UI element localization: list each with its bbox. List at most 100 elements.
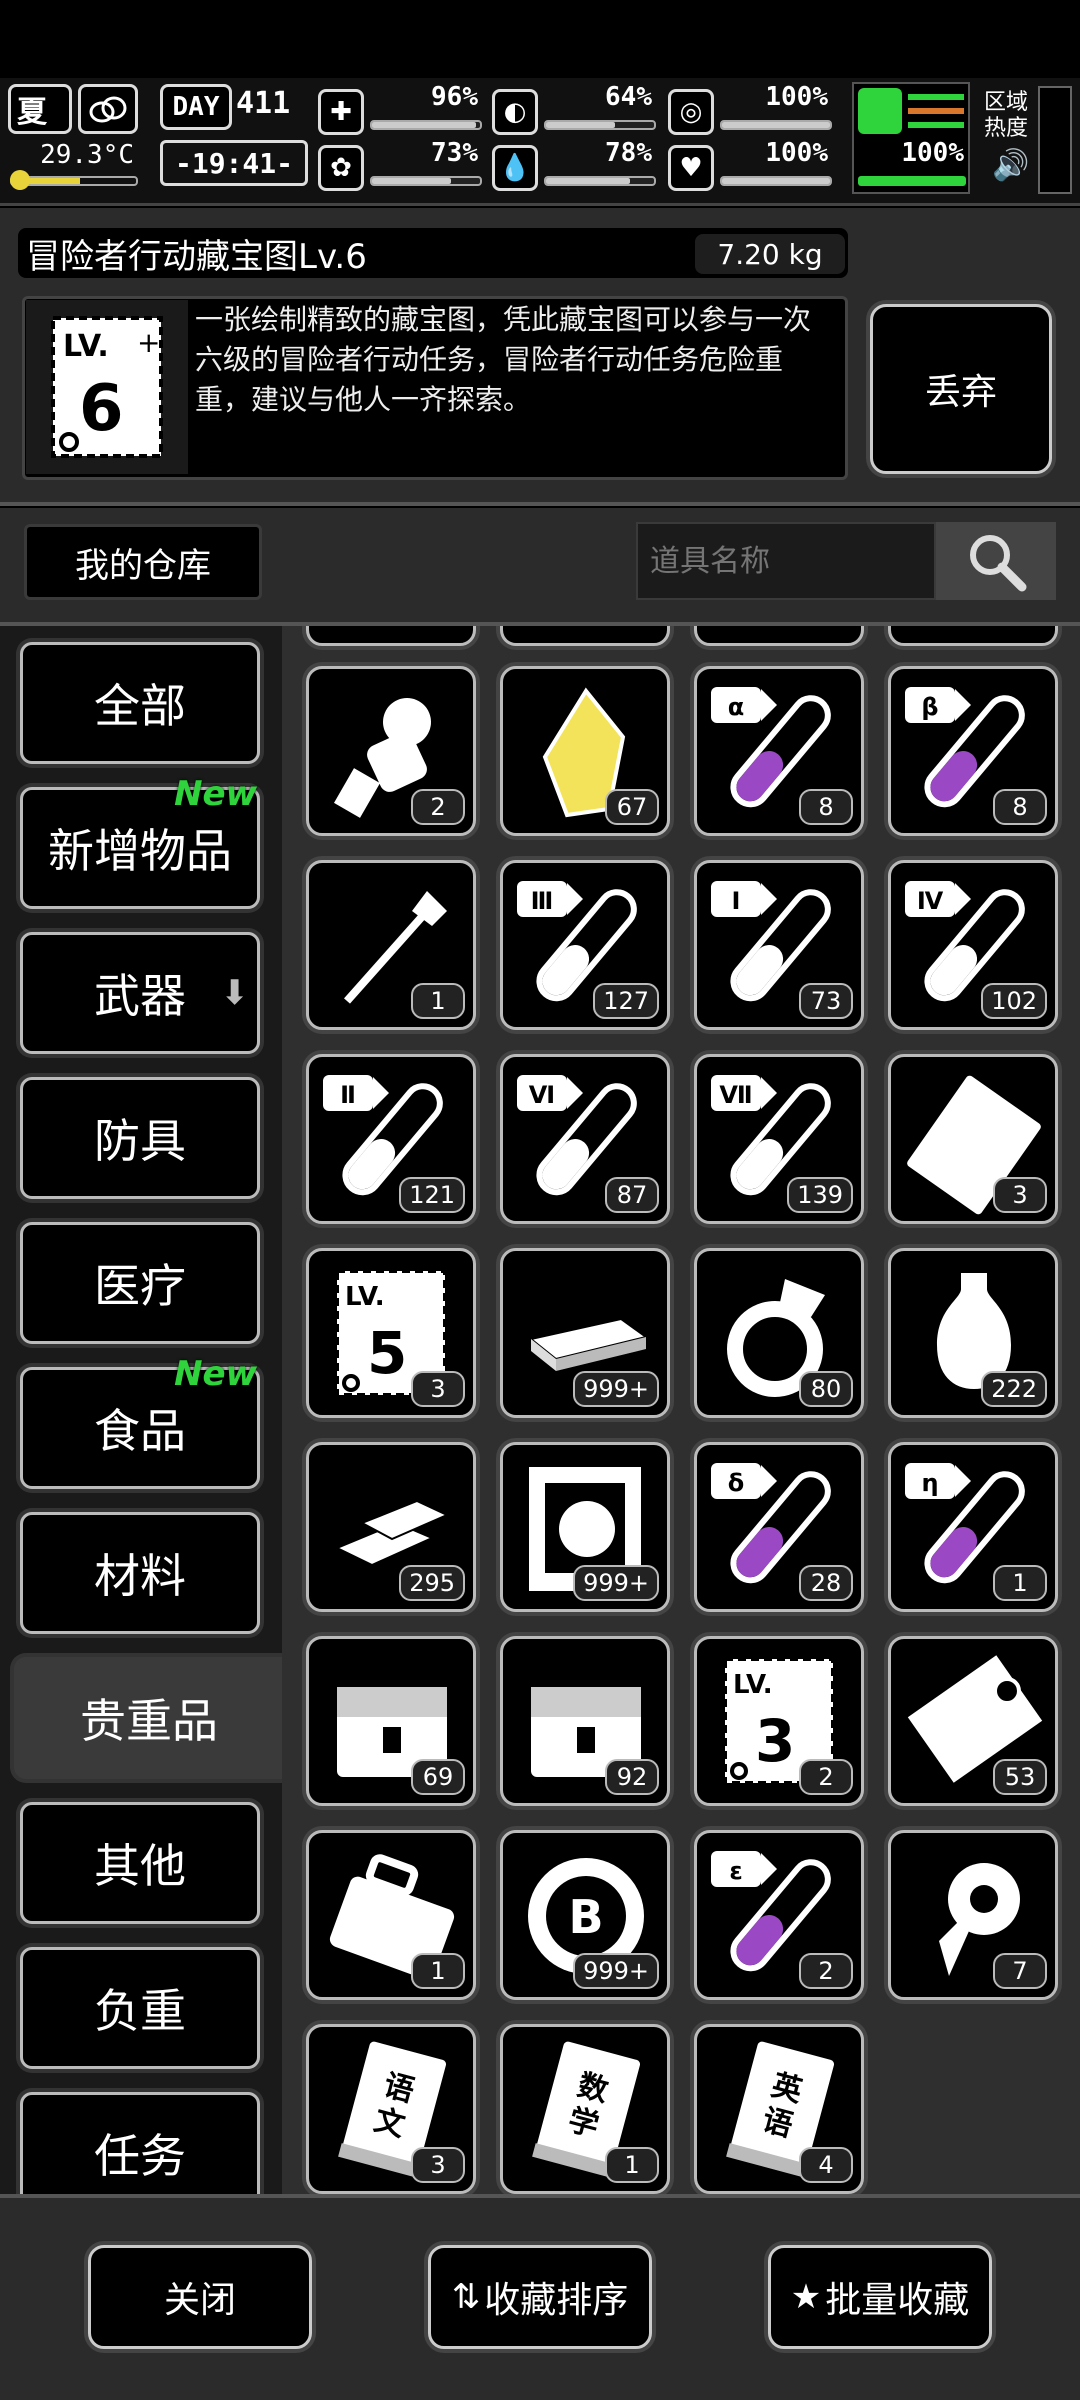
item-slot[interactable]: LV. 3 2 xyxy=(694,1636,864,1806)
category-tab[interactable]: 武器 ⬇ xyxy=(20,932,260,1054)
item-slot[interactable] xyxy=(500,626,670,646)
item-slot[interactable]: 7 xyxy=(888,1830,1058,2000)
item-slot[interactable]: 999+ xyxy=(500,1442,670,1612)
item-slot[interactable]: 数 学1 xyxy=(500,2024,670,2194)
item-slot[interactable] xyxy=(694,626,864,646)
stat-bar xyxy=(720,176,832,186)
category-tab[interactable]: 任务 xyxy=(20,2092,260,2194)
item-slot[interactable]: δ 28 xyxy=(694,1442,864,1612)
item-slot[interactable]: 222 xyxy=(888,1248,1058,1418)
stomach-icon: ◐ xyxy=(492,89,538,135)
item-count: 127 xyxy=(593,983,659,1019)
item-slot[interactable] xyxy=(306,626,476,646)
item-count: 1 xyxy=(993,1565,1047,1601)
item-slot[interactable]: 67 xyxy=(500,666,670,836)
category-label: 防具 xyxy=(94,1114,186,1168)
stamina-panel: 100% xyxy=(852,82,970,194)
day-number: 411 xyxy=(236,86,291,121)
category-tab[interactable]: 负重 xyxy=(20,1947,260,2069)
svg-text:Ⅶ: Ⅶ xyxy=(719,1081,752,1109)
category-label: 负重 xyxy=(94,1984,186,2038)
stat-value: 96% xyxy=(431,82,478,112)
category-tab[interactable]: 新增物品 New xyxy=(20,774,260,909)
item-count: 28 xyxy=(799,1565,853,1601)
close-button[interactable]: 关闭 xyxy=(88,2245,312,2349)
item-slot[interactable]: ε2 xyxy=(694,1830,864,2000)
item-slot[interactable]: 295 xyxy=(306,1442,476,1612)
item-slot[interactable] xyxy=(888,626,1058,646)
medkit-icon: ✚ xyxy=(318,89,364,135)
item-slot[interactable]: 英 语4 xyxy=(694,2024,864,2194)
item-slot[interactable]: Ⅰ 73 xyxy=(694,860,864,1030)
item-slot[interactable]: Ⅲ 127 xyxy=(500,860,670,1030)
category-label: 贵重品 xyxy=(80,1694,218,1748)
search-button[interactable] xyxy=(936,522,1056,600)
stat-bar xyxy=(370,176,482,186)
item-slot[interactable]: 92 xyxy=(500,1636,670,1806)
stat-bar xyxy=(544,176,656,186)
category-label: 其他 xyxy=(94,1839,186,1893)
stat-gauge: ✿ 73% xyxy=(318,138,486,194)
svg-text:B: B xyxy=(568,1890,603,1944)
bladder-icon: ◎ xyxy=(668,89,714,135)
item-slot[interactable]: Ⅵ 87 xyxy=(500,1054,670,1224)
stat-value: 100% xyxy=(765,82,828,112)
sort-favorites-button[interactable]: ⇅ 收藏排序 xyxy=(428,2245,652,2349)
new-badge: New xyxy=(174,1354,257,1394)
item-slot[interactable]: LV. 5 3 xyxy=(306,1248,476,1418)
category-sidebar: 全部 新增物品 New 武器 ⬇ 防具医疗食品 New 材料贵重品其他负重任务 xyxy=(0,626,282,2194)
item-slot[interactable]: 1 xyxy=(306,1830,476,2000)
batch-favorite-label: 批量收藏 xyxy=(825,2280,970,2321)
stamina-value: 100% xyxy=(901,138,964,168)
item-slot[interactable]: α8 xyxy=(694,666,864,836)
item-count: 2 xyxy=(411,789,465,825)
item-slot[interactable]: 3 xyxy=(888,1054,1058,1224)
item-slot[interactable]: 语 文3 xyxy=(306,2024,476,2194)
star-icon: ★ xyxy=(790,2277,822,2317)
day-label: DAY xyxy=(160,84,232,130)
item-count: 1 xyxy=(605,2147,659,2183)
category-tab[interactable]: 防具 xyxy=(20,1077,260,1199)
treasure-map-lv6-icon: LV. 6 + xyxy=(26,300,188,474)
sort-arrows-icon: ⇅ xyxy=(451,2277,481,2317)
sort-favorites-label: 收藏排序 xyxy=(484,2280,629,2321)
item-count: 53 xyxy=(993,1759,1047,1795)
svg-text:α: α xyxy=(728,693,745,721)
discard-button[interactable]: 丢弃 xyxy=(870,304,1052,474)
item-name: 冒险者行动藏宝图Lv.6 xyxy=(26,236,367,277)
category-tab[interactable]: 贵重品 xyxy=(14,1657,282,1779)
category-tab[interactable]: 医疗 xyxy=(20,1222,260,1344)
item-count: 1 xyxy=(411,1953,465,1989)
item-count: 8 xyxy=(799,789,853,825)
category-tab[interactable]: 其他 xyxy=(20,1802,260,1924)
item-slot[interactable]: η1 xyxy=(888,1442,1058,1612)
item-slot[interactable]: Ⅱ 121 xyxy=(306,1054,476,1224)
batch-favorite-button[interactable]: ★ 批量收藏 xyxy=(768,2245,992,2349)
area-heat-label: 区域 热度 xyxy=(984,90,1029,141)
svg-text:LV.: LV. xyxy=(733,1670,773,1700)
item-slot[interactable]: 80 xyxy=(694,1248,864,1418)
category-tab[interactable]: 全部 xyxy=(20,642,260,764)
category-label: 材料 xyxy=(94,1549,186,1603)
category-label: 医疗 xyxy=(94,1259,186,1313)
item-slot[interactable]: Ⅳ 102 xyxy=(888,860,1058,1030)
hud-bar: 夏 29.3°C DAY 411 -19:41- 100% 区域 热度 🔊 ✚ 9… xyxy=(0,78,1080,206)
item-slot[interactable]: B 999+ xyxy=(500,1830,670,2000)
category-tab[interactable]: 材料 xyxy=(20,1512,260,1634)
item-count: 87 xyxy=(605,1177,659,1213)
search-icon xyxy=(970,535,1027,592)
item-count: 2 xyxy=(799,1759,853,1795)
item-slot[interactable]: 1 xyxy=(306,860,476,1030)
speaker-icon[interactable]: 🔊 xyxy=(992,148,1029,183)
item-slot[interactable]: β8 xyxy=(888,666,1058,836)
item-slot[interactable]: 999+ xyxy=(500,1248,670,1418)
svg-text:δ: δ xyxy=(728,1469,745,1497)
search-input[interactable] xyxy=(636,522,936,600)
item-slot[interactable]: 2 xyxy=(306,666,476,836)
category-tab[interactable]: 食品 New xyxy=(20,1354,260,1489)
item-count: 3 xyxy=(993,1177,1047,1213)
item-slot[interactable]: Ⅶ 139 xyxy=(694,1054,864,1224)
item-slot[interactable]: 53 xyxy=(888,1636,1058,1806)
item-count: 999+ xyxy=(573,1953,659,1989)
item-slot[interactable]: 69 xyxy=(306,1636,476,1806)
